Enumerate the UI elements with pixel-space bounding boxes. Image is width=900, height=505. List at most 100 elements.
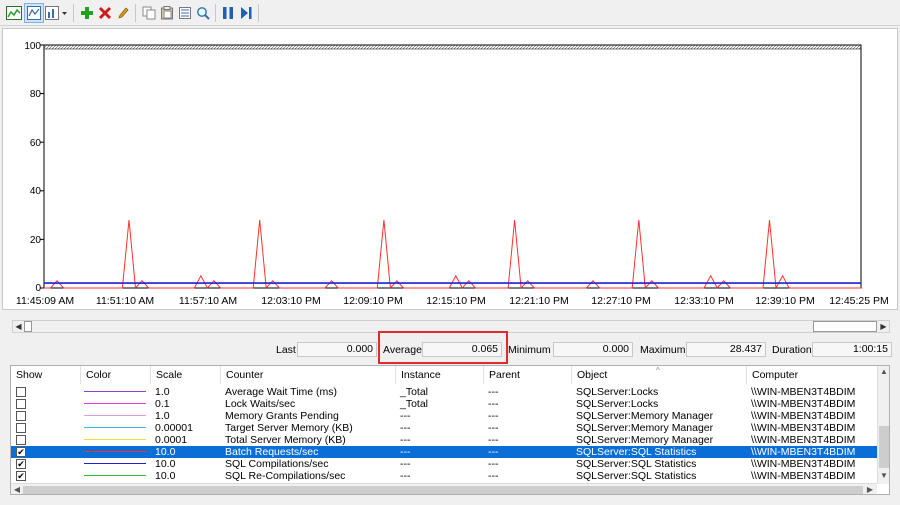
- column-header-computer[interactable]: Computer: [747, 366, 877, 384]
- instance-cell: _Total: [400, 386, 429, 398]
- scale-cell: 1.0: [155, 410, 170, 422]
- performance-graph: 100 80 60 40 20 0 11:45:09 AM 11:51:10 A…: [2, 28, 898, 310]
- computer-cell: \\WIN-MBEN3T4BDIM: [751, 410, 856, 422]
- copy-icon[interactable]: [139, 3, 159, 23]
- show-checkbox[interactable]: [16, 435, 26, 445]
- scroll-up-icon[interactable]: ▲: [878, 366, 889, 378]
- object-cell: SQLServer:Locks: [576, 398, 659, 410]
- scale-cell: 0.00001: [155, 422, 193, 434]
- color-swatch: [84, 475, 146, 476]
- paste-icon[interactable]: [157, 3, 177, 23]
- show-checkbox[interactable]: ✔: [16, 471, 26, 481]
- duration-value: 1:00:15: [812, 342, 892, 357]
- table-row[interactable]: 0.0001 Total Server Memory (KB) --- --- SQLS…: [11, 434, 877, 446]
- range-end-handle[interactable]: [813, 321, 877, 332]
- counter-cell: Average Wait Time (ms): [225, 386, 338, 398]
- show-checkbox[interactable]: ✔: [16, 447, 26, 457]
- scroll-left-icon[interactable]: ◀: [13, 321, 24, 332]
- add-icon[interactable]: [77, 3, 97, 23]
- parent-cell: ---: [488, 470, 499, 482]
- x-tick-label: 11:51:10 AM: [95, 295, 155, 307]
- step-icon[interactable]: [236, 3, 256, 23]
- graph-type-icon[interactable]: [44, 3, 70, 23]
- histogram-icon[interactable]: [24, 3, 44, 23]
- scale-cell: 1.0: [155, 386, 170, 398]
- x-tick-label: 12:27:10 PM: [591, 295, 651, 307]
- computer-cell: \\WIN-MBEN3T4BDIM: [751, 470, 856, 482]
- list-horizontal-scrollbar[interactable]: ◀ ▶: [11, 483, 877, 494]
- instance-cell: _Total: [400, 398, 429, 410]
- properties-icon[interactable]: [175, 3, 195, 23]
- color-swatch: [84, 403, 146, 404]
- scale-cell: 0.1: [155, 398, 170, 410]
- table-row[interactable]: 0.1 Lock Waits/sec _Total --- SQLServer:Lock…: [11, 398, 877, 410]
- counter-cell: Total Server Memory (KB): [225, 434, 346, 446]
- object-cell: SQLServer:SQL Statistics: [576, 458, 697, 470]
- scroll-left-icon[interactable]: ◀: [11, 484, 23, 494]
- counter-list[interactable]: Show Color Scale Counter Instance Parent…: [10, 365, 890, 495]
- list-vertical-scrollbar[interactable]: ▲ ▼: [877, 366, 889, 484]
- object-cell: SQLServer:Memory Manager: [576, 434, 714, 446]
- minimum-label: Minimum: [508, 344, 551, 356]
- instance-cell: ---: [400, 410, 411, 422]
- parent-cell: ---: [488, 410, 499, 422]
- x-tick-label: 12:15:10 PM: [426, 295, 486, 307]
- column-header-show[interactable]: Show: [11, 366, 81, 384]
- parent-cell: ---: [488, 446, 499, 458]
- minimum-value: 0.000: [553, 342, 633, 357]
- range-start-handle[interactable]: [24, 321, 32, 332]
- column-header-scale[interactable]: Scale: [151, 366, 221, 384]
- table-row[interactable]: ✔ 10.0 SQL Re-Compilations/sec --- --- SQLSer…: [11, 470, 877, 482]
- show-checkbox[interactable]: [16, 411, 26, 421]
- x-tick-label: 11:45:09 AM: [15, 295, 75, 307]
- computer-cell: \\WIN-MBEN3T4BDIM: [751, 398, 856, 410]
- show-checkbox[interactable]: [16, 423, 26, 433]
- x-tick-label: 12:33:10 PM: [674, 295, 734, 307]
- average-highlight-box: [378, 331, 508, 364]
- scroll-down-icon[interactable]: ▼: [878, 470, 889, 482]
- table-row[interactable]: ✔ 10.0 SQL Compilations/sec --- --- SQLServer…: [11, 458, 877, 470]
- zoom-icon[interactable]: [193, 3, 213, 23]
- last-label: Last: [276, 344, 296, 356]
- color-swatch: [84, 439, 146, 440]
- instance-cell: ---: [400, 470, 411, 482]
- parent-cell: ---: [488, 398, 499, 410]
- show-checkbox[interactable]: [16, 399, 26, 409]
- show-checkbox[interactable]: ✔: [16, 459, 26, 469]
- table-row[interactable]: 0.00001 Target Server Memory (KB) --- --- SQ…: [11, 422, 877, 434]
- x-tick-label: 12:39:10 PM: [755, 295, 815, 307]
- table-row[interactable]: 1.0 Average Wait Time (ms) _Total --- SQLSer…: [11, 386, 877, 398]
- color-swatch: [84, 427, 146, 428]
- y-tick-label: 80: [29, 89, 41, 100]
- horizontal-scroll-thumb[interactable]: [23, 486, 863, 494]
- vertical-scroll-thumb[interactable]: [879, 426, 889, 468]
- graph-view-icon[interactable]: [4, 3, 24, 23]
- duration-label: Duration: [772, 344, 812, 356]
- scale-cell: 10.0: [155, 470, 176, 482]
- scroll-right-icon[interactable]: ▶: [878, 321, 889, 332]
- x-tick-label: 11:57:10 AM: [178, 295, 238, 307]
- column-header-color[interactable]: Color: [81, 366, 151, 384]
- color-swatch: [84, 463, 146, 464]
- x-tick-label: 12:21:10 PM: [509, 295, 569, 307]
- parent-cell: ---: [488, 434, 499, 446]
- pause-icon[interactable]: [218, 3, 238, 23]
- column-header-instance[interactable]: Instance: [396, 366, 484, 384]
- counter-cell: SQL Compilations/sec: [225, 458, 329, 470]
- scroll-right-icon[interactable]: ▶: [864, 484, 876, 494]
- x-tick-label: 12:03:10 PM: [261, 295, 321, 307]
- show-checkbox[interactable]: [16, 387, 26, 397]
- column-header-counter[interactable]: Counter: [221, 366, 396, 384]
- table-row[interactable]: ✔ 10.0 Batch Requests/sec --- --- SQLServer:S…: [11, 446, 877, 458]
- maximum-value: 28.437: [686, 342, 766, 357]
- computer-cell: \\WIN-MBEN3T4BDIM: [751, 458, 856, 470]
- parent-cell: ---: [488, 458, 499, 470]
- object-cell: SQLServer:SQL Statistics: [576, 470, 697, 482]
- table-row[interactable]: 1.0 Memory Grants Pending --- --- SQLServer:…: [11, 410, 877, 422]
- highlight-icon[interactable]: [113, 3, 133, 23]
- parent-cell: ---: [488, 386, 499, 398]
- column-header-parent[interactable]: Parent: [484, 366, 572, 384]
- counter-cell: Batch Requests/sec: [225, 446, 319, 458]
- delete-icon[interactable]: [95, 3, 115, 23]
- maximum-label: Maximum: [640, 344, 686, 356]
